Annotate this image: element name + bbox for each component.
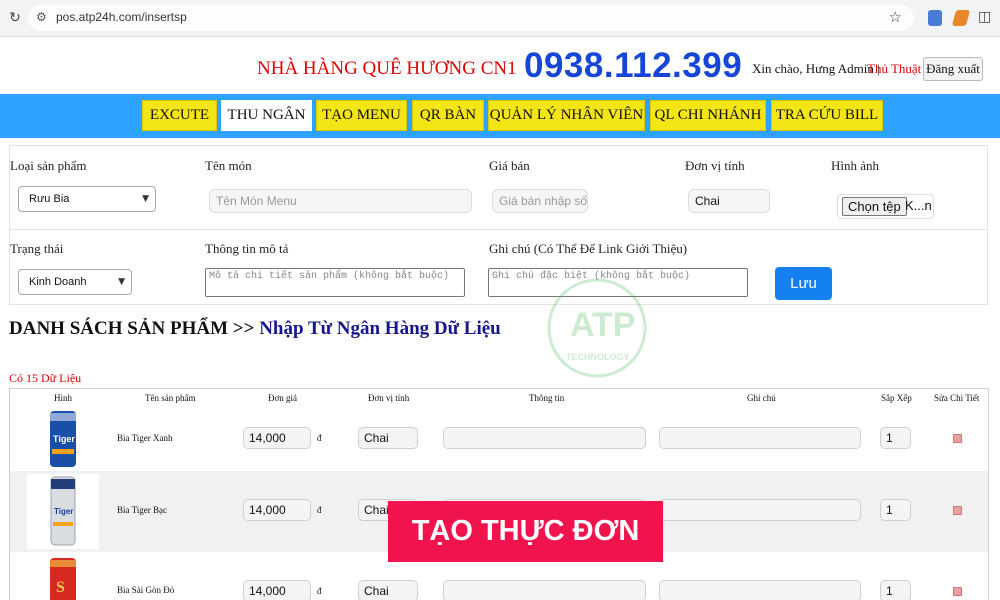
edit-icon[interactable]: [953, 506, 962, 515]
status-label: Trạng thái: [10, 241, 64, 256]
extension-icon[interactable]: [951, 10, 971, 26]
status-select[interactable]: Kinh Doanh ▼: [18, 269, 132, 295]
price-cell-input[interactable]: 14,000: [243, 499, 311, 521]
site-info-icon[interactable]: ⚙: [36, 10, 47, 24]
column-header: Tên sản phẩm: [145, 393, 196, 403]
form-divider: [10, 229, 987, 230]
product-type-value: Rưu Bia: [29, 193, 70, 205]
greeting-text: Xin chào, Hưng Admin |: [752, 61, 880, 76]
edit-icon[interactable]: [953, 434, 962, 443]
column-header: Thông tin: [529, 393, 565, 403]
image-file-picker[interactable]: Chọn tệp K...n: [837, 194, 934, 219]
product-name: Bia Sài Gòn Đỏ: [117, 585, 175, 595]
note-label: Ghi chú (Có Thể Để Link Giới Thiệu): [489, 241, 688, 256]
save-button[interactable]: Lưu: [775, 267, 832, 300]
dish-name-input[interactable]: Tên Món Menu: [209, 189, 472, 213]
svg-text:S: S: [56, 579, 65, 596]
price-cell-input[interactable]: 14,000: [243, 580, 311, 600]
info-cell-input[interactable]: [443, 427, 646, 449]
status-value: Kinh Doanh: [29, 276, 87, 288]
info-cell-input[interactable]: [443, 580, 646, 600]
create-menu-banner: TẠO THỰC ĐƠN: [388, 501, 663, 562]
description-textarea[interactable]: Mô tả chi tiết sản phẩm (không bắt buộc): [205, 268, 465, 297]
unit-cell-input[interactable]: Chai: [358, 580, 418, 600]
unit-input[interactable]: Chai: [688, 189, 770, 213]
logout-button[interactable]: Đăng xuất: [923, 57, 983, 81]
column-header: Hình: [54, 393, 72, 403]
nav-qr-ban[interactable]: QR BÀN: [412, 100, 484, 131]
star-icon[interactable]: ☆: [889, 8, 902, 26]
note-cell-input[interactable]: [659, 427, 861, 449]
saigon-red-can-image: S: [50, 558, 76, 600]
sort-order-input[interactable]: 1: [880, 427, 911, 449]
main-nav: EXCUTE THU NGÂN TẠO MENU QR BÀN QUẢN LÝ …: [0, 94, 1000, 138]
browser-toolbar: ↻ ⚙ pos.atp24h.com/insertsp ☆ ◫: [0, 0, 1000, 37]
file-name: K...n: [905, 198, 932, 213]
column-header: Ghi chú: [747, 393, 776, 403]
table-row: Tiger Bia Tiger Xanh 14,000 đ Chai 1: [10, 407, 988, 471]
currency-symbol: đ: [317, 433, 322, 443]
product-type-label: Loại sản phẩm: [10, 158, 87, 173]
nav-ql-chi-nhanh[interactable]: QL CHI NHÁNH: [650, 100, 766, 131]
note-cell-input[interactable]: [659, 580, 861, 600]
description-label: Thông tin mô tả: [205, 241, 289, 256]
svg-text:TECHNOLOGY: TECHNOLOGY: [566, 352, 630, 362]
image-label: Hình ảnh: [831, 158, 880, 173]
product-table: Hình Tên sản phẩm Đơn giá Đơn vị tính Th…: [9, 388, 989, 600]
svg-text:Tiger: Tiger: [53, 434, 75, 444]
extension-icon[interactable]: [928, 10, 942, 26]
nav-tao-menu[interactable]: TẠO MENU: [316, 100, 407, 131]
tips-link[interactable]: Thủ Thuật: [867, 61, 921, 77]
chevron-down-icon: ▼: [142, 194, 149, 204]
svg-text:ATP: ATP: [570, 306, 635, 344]
product-list-title: DANH SÁCH SẢN PHẨM >> Nhập Từ Ngân Hàng …: [9, 318, 501, 340]
product-name: Bia Tiger Xanh: [117, 433, 173, 443]
product-type-select[interactable]: Rưu Bia ▼: [18, 186, 156, 212]
hotline-phone: 0938.112.399: [524, 46, 743, 85]
chevron-down-icon: ▼: [118, 277, 125, 287]
column-header: Đơn giá: [268, 393, 298, 403]
column-header: Sắp Xếp: [881, 393, 912, 403]
product-name: Bia Tiger Bạc: [117, 505, 168, 515]
nav-quan-ly-nhan-vien[interactable]: QUẢN LÝ NHÂN VIÊN: [488, 100, 645, 131]
sort-order-input[interactable]: 1: [880, 499, 911, 521]
list-title-text: DANH SÁCH SẢN PHẨM >>: [9, 318, 260, 339]
unit-label: Đơn vị tính: [685, 158, 745, 173]
unit-cell-input[interactable]: Chai: [358, 427, 418, 449]
currency-symbol: đ: [317, 505, 322, 515]
record-count: Có 15 Dữ Liệu: [9, 371, 82, 385]
price-cell-input[interactable]: 14,000: [243, 427, 311, 449]
nav-excute[interactable]: EXCUTE: [142, 100, 217, 131]
dish-name-label: Tên món: [205, 158, 252, 173]
price-label: Giá bán: [489, 158, 530, 173]
nav-tra-cuu-bill[interactable]: TRA CỨU BILL: [771, 100, 883, 131]
reload-icon[interactable]: ↻: [6, 9, 24, 27]
atp-watermark-logo: ATP TECHNOLOGY: [547, 278, 647, 378]
currency-symbol: đ: [317, 586, 322, 596]
column-header: Đơn vị tính: [368, 393, 410, 403]
column-header: Sửa Chi Tiết: [934, 393, 980, 403]
tiger-silver-can-image: Tiger: [27, 474, 99, 549]
sort-order-input[interactable]: 1: [880, 580, 911, 600]
restaurant-name: NHÀ HÀNG QUÊ HƯƠNG CN1: [257, 58, 517, 79]
tiger-blue-can-image: Tiger: [50, 411, 76, 467]
extensions-puzzle-icon[interactable]: ◫: [978, 9, 992, 25]
address-bar[interactable]: ⚙ pos.atp24h.com/insertsp ☆: [28, 5, 914, 31]
svg-text:Tiger: Tiger: [54, 507, 73, 516]
import-data-bank-link[interactable]: Nhập Từ Ngân Hàng Dữ Liệu: [259, 318, 501, 339]
url-text: pos.atp24h.com/insertsp: [56, 10, 187, 24]
edit-icon[interactable]: [953, 587, 962, 596]
nav-thu-ngan[interactable]: THU NGÂN: [221, 100, 312, 131]
price-input[interactable]: Giá bán nhập số k: [492, 189, 588, 213]
choose-file-button[interactable]: Chọn tệp: [842, 197, 907, 216]
note-cell-input[interactable]: [659, 499, 861, 521]
